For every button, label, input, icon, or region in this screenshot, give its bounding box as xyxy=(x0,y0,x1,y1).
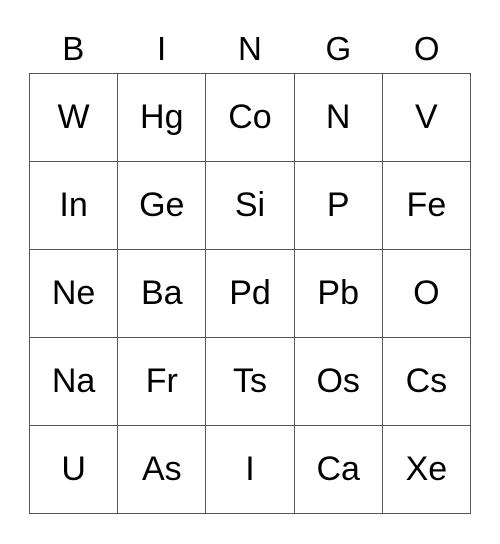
bingo-card: W Hg Co N V In Ge Si P Fe Ne Ba Pd Pb O … xyxy=(29,73,471,514)
bingo-cell[interactable]: Co xyxy=(206,74,295,162)
bingo-cell[interactable]: W xyxy=(30,74,119,162)
bingo-cell[interactable]: Ba xyxy=(118,250,207,338)
bingo-cell[interactable]: V xyxy=(382,74,471,162)
bingo-cell[interactable]: Si xyxy=(206,162,295,250)
header-letter: I xyxy=(157,30,167,67)
bingo-cell[interactable]: Fe xyxy=(382,162,471,250)
bingo-cell[interactable]: Ne xyxy=(30,250,119,338)
bingo-cell[interactable]: Os xyxy=(294,338,383,426)
bingo-cell[interactable]: Fr xyxy=(118,338,207,426)
bingo-cell[interactable]: I xyxy=(206,426,295,514)
bingo-cell[interactable]: Ca xyxy=(294,426,383,514)
bingo-cell[interactable]: O xyxy=(382,250,471,338)
header-letter: G xyxy=(325,30,352,67)
header-letter: B xyxy=(62,30,85,67)
bingo-cell[interactable]: P xyxy=(294,162,383,250)
bingo-cell[interactable]: Cs xyxy=(382,338,471,426)
bingo-cell[interactable]: Hg xyxy=(118,74,207,162)
header-letter: N xyxy=(238,30,262,67)
bingo-cell[interactable]: As xyxy=(118,426,207,514)
bingo-cell[interactable]: Ge xyxy=(118,162,207,250)
bingo-cell[interactable]: In xyxy=(30,162,119,250)
bingo-header: B I N G O xyxy=(29,28,471,70)
header-letter: O xyxy=(413,30,440,67)
bingo-cell[interactable]: Xe xyxy=(382,426,471,514)
bingo-cell[interactable]: U xyxy=(30,426,119,514)
bingo-cell[interactable]: Ts xyxy=(206,338,295,426)
bingo-cell[interactable]: Na xyxy=(30,338,119,426)
bingo-cell[interactable]: Pb xyxy=(294,250,383,338)
bingo-cell[interactable]: Pd xyxy=(206,250,295,338)
bingo-cell[interactable]: N xyxy=(294,74,383,162)
